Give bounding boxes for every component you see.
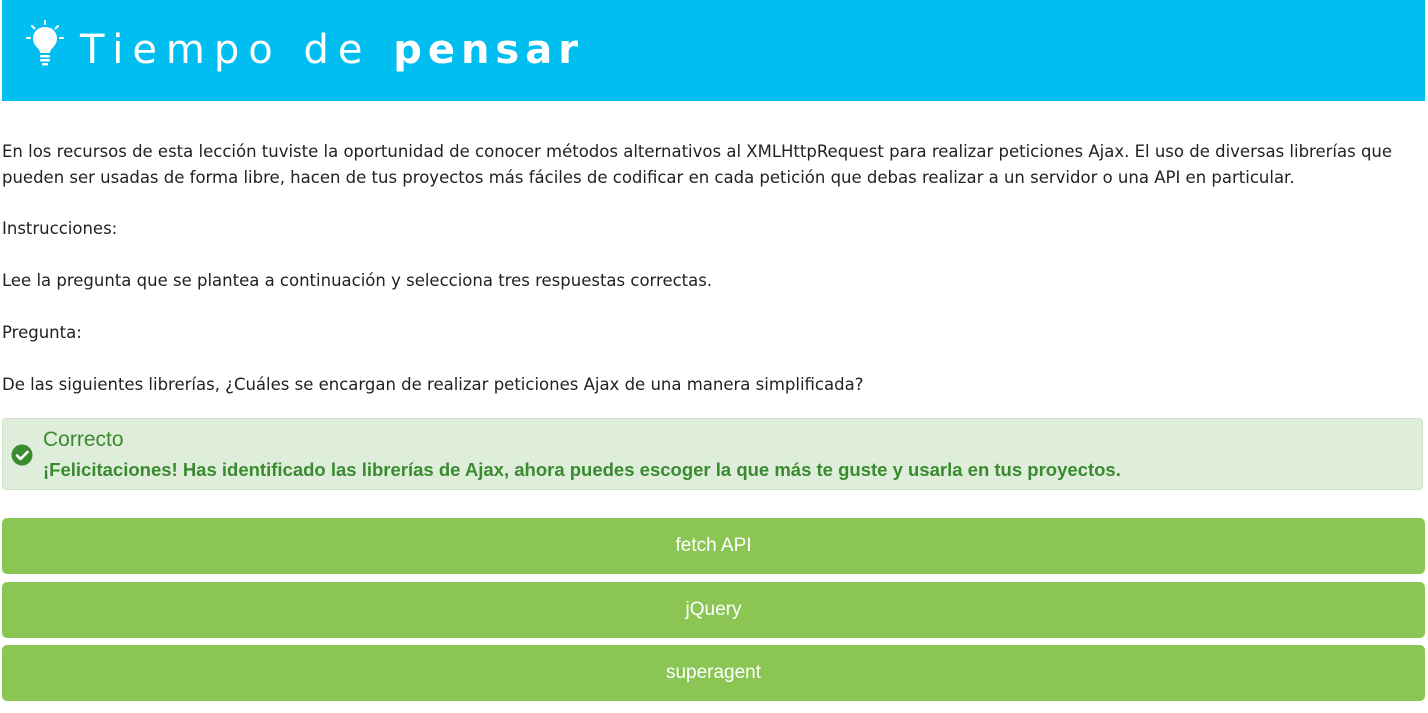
page-title-bold: pensar [393,27,584,73]
intro-line-1: En los recursos de esta lección tuviste … [2,142,1393,161]
page-title-light: Tiempo de [80,27,372,73]
check-circle-icon [11,444,33,466]
header-banner: Tiempo de pensar [2,0,1425,101]
feedback-correct-panel: Correcto ¡Felicitaciones! Has identifica… [2,418,1423,490]
lightbulb-icon [26,20,64,66]
instructions-text: Lee la pregunta que se plantea a continu… [2,271,713,290]
page-title: Tiempo de pensar [80,24,584,76]
instructions-label: Instrucciones: [2,219,118,238]
question-label: Pregunta: [2,323,82,342]
option-superagent-button[interactable]: superagent [2,645,1425,701]
intro-line-2: pueden ser usadas de forma libre, hacen … [2,168,1295,187]
option-fetch-api-button[interactable]: fetch API [2,518,1425,574]
question-text: De las siguientes librerías, ¿Cuáles se … [2,375,864,394]
feedback-message: ¡Felicitaciones! Has identificado las li… [43,459,1121,480]
feedback-title: Correcto [43,428,124,451]
intro-paragraph: En los recursos de esta lección tuviste … [2,139,1392,191]
option-jquery-button[interactable]: jQuery [2,582,1425,638]
